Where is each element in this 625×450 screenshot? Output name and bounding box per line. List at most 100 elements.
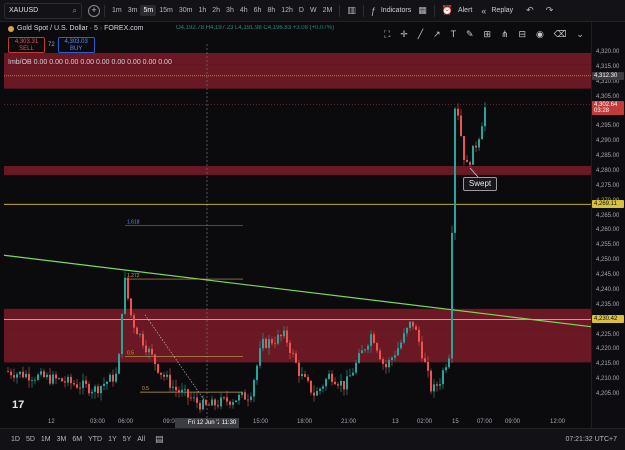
chart-type-icon[interactable]: ▥ [344, 5, 359, 16]
text-tool-icon[interactable]: T [451, 29, 457, 39]
tradingview-logo: 17 [12, 399, 25, 411]
candle-body [250, 396, 252, 401]
range-ytd[interactable]: YTD [85, 436, 105, 443]
brush-icon[interactable]: ✎ [466, 29, 474, 40]
timeframe-1m[interactable]: 1m [109, 5, 125, 16]
sell-button[interactable]: 4,303.31 SELL [8, 37, 45, 53]
price-tick-label: 4,220.00 [596, 346, 620, 353]
range-3m[interactable]: 3M [54, 436, 70, 443]
range-1y[interactable]: 1Y [105, 436, 120, 443]
candle-body [10, 371, 12, 376]
lock-icon[interactable]: ⊟ [518, 29, 526, 40]
select-tool-icon[interactable]: ⛶ [384, 29, 390, 40]
price-tick-label: 4,255.00 [596, 242, 620, 249]
timeframe-W[interactable]: W [307, 5, 320, 16]
candle-body [355, 362, 357, 373]
price-tick-label: 4,290.00 [596, 138, 620, 145]
price-tick-label: 4,225.00 [596, 331, 620, 338]
price-tick-label: 4,235.00 [596, 301, 620, 308]
candle-body [274, 343, 276, 345]
candle-body [406, 327, 408, 334]
timeframe-8h[interactable]: 8h [264, 5, 278, 16]
trendline-icon[interactable]: ╱ [418, 29, 423, 40]
timeframe-3h[interactable]: 3h [223, 5, 237, 16]
candle-body [133, 315, 135, 328]
candle-body [343, 380, 345, 390]
chart-legend: Gold Spot / U.S. Dollar · 5 · FOREX.com [8, 25, 143, 32]
range-1d[interactable]: 1D [8, 436, 23, 443]
candle-body [139, 333, 141, 335]
time-tick-label: 12 [48, 419, 55, 425]
candle-body [205, 399, 207, 405]
magnet-icon[interactable]: ⋔ [501, 29, 509, 40]
top-toolbar: XAUUSD ⌕ + 1m 3m 5m 15m 30m 1h 2h 3h 4h 6h 8h 12h D W… [0, 0, 625, 22]
buy-button[interactable]: 4,303.03 BUY [57, 37, 95, 53]
symbol-label: XAUUSD [9, 7, 39, 14]
candle-body [415, 326, 417, 330]
candle-body [244, 392, 246, 400]
candle-body [370, 334, 372, 346]
candle-body [253, 380, 255, 397]
indicators-button[interactable]: Indicators [381, 7, 411, 14]
candle-body [391, 357, 393, 360]
calendar-icon[interactable]: ▤ [152, 434, 167, 445]
ruler-icon[interactable]: ⊞ [484, 29, 492, 40]
candle-body [109, 374, 111, 382]
range-all[interactable]: All [134, 436, 148, 443]
undo-icon[interactable]: ↶ [523, 5, 537, 16]
indicators-icon[interactable]: ƒ [368, 6, 379, 16]
candle-body [151, 348, 153, 355]
range-1m[interactable]: 1M [38, 436, 54, 443]
timeframe-4h[interactable]: 4h [237, 5, 251, 16]
candle-body [220, 397, 222, 407]
range-5d[interactable]: 5D [23, 436, 38, 443]
candle-body [301, 374, 303, 376]
replay-icon[interactable]: « [478, 6, 489, 16]
crosshair-icon[interactable]: ✛ [400, 29, 408, 40]
candle-body [232, 402, 234, 405]
price-tick-label: 4,205.00 [596, 391, 620, 398]
countdown-label: 03:28 [594, 107, 610, 114]
timeframe-6h[interactable]: 6h [251, 5, 265, 16]
swept-annotation[interactable]: Swept [463, 177, 497, 191]
alert-button[interactable]: Alert [458, 7, 472, 14]
layouts-icon[interactable]: ▦ [415, 5, 430, 16]
candle-body [352, 372, 354, 376]
price-chart[interactable]: 1.6181.2720.50.5 [0, 22, 625, 428]
compare-symbol-icon[interactable]: + [88, 4, 100, 17]
candle-body [460, 115, 462, 136]
symbol-search[interactable]: XAUUSD ⌕ [4, 2, 82, 19]
price-tag-value: 4,269.11 [594, 201, 617, 208]
replay-button[interactable]: Replay [491, 7, 513, 14]
candle-body [235, 400, 237, 403]
timeframe-3m[interactable]: 3m [125, 5, 141, 16]
timeframe-12h[interactable]: 12h [278, 5, 296, 16]
timeframe-5m[interactable]: 5m [140, 5, 157, 16]
chevron-down-icon[interactable]: ⌄ [576, 29, 584, 40]
candle-body [475, 145, 477, 148]
timeframe-2h[interactable]: 2h [209, 5, 223, 16]
clock: 07:21:32 UTC+7 [565, 436, 617, 443]
timeframe-15m[interactable]: 15m [156, 5, 176, 16]
range-6m[interactable]: 6M [69, 436, 85, 443]
price-tick-label: 4,320.00 [596, 48, 620, 55]
timeframe-30m[interactable]: 30m [176, 5, 196, 16]
search-icon: ⌕ [72, 5, 77, 15]
candle-body [442, 370, 444, 385]
timeframe-D[interactable]: D [296, 5, 307, 16]
timeframe-2M[interactable]: 2M [320, 5, 336, 16]
trash-icon[interactable]: ⌫ [554, 29, 567, 40]
alert-icon[interactable]: ⏰ [439, 5, 456, 16]
eye-icon[interactable]: ◉ [536, 29, 544, 40]
candle-body [334, 381, 336, 385]
redo-icon[interactable]: ↷ [543, 5, 557, 16]
candle-body [13, 375, 15, 378]
candle-body [277, 334, 279, 344]
timeframe-1h[interactable]: 1h [195, 5, 209, 16]
candle-body [115, 373, 117, 382]
candle-body [172, 386, 174, 388]
candle-body [265, 338, 267, 348]
range-5y[interactable]: 5Y [120, 436, 135, 443]
fib-level-label: 1.618 [127, 220, 140, 226]
arrow-icon[interactable]: ↗ [433, 29, 441, 40]
